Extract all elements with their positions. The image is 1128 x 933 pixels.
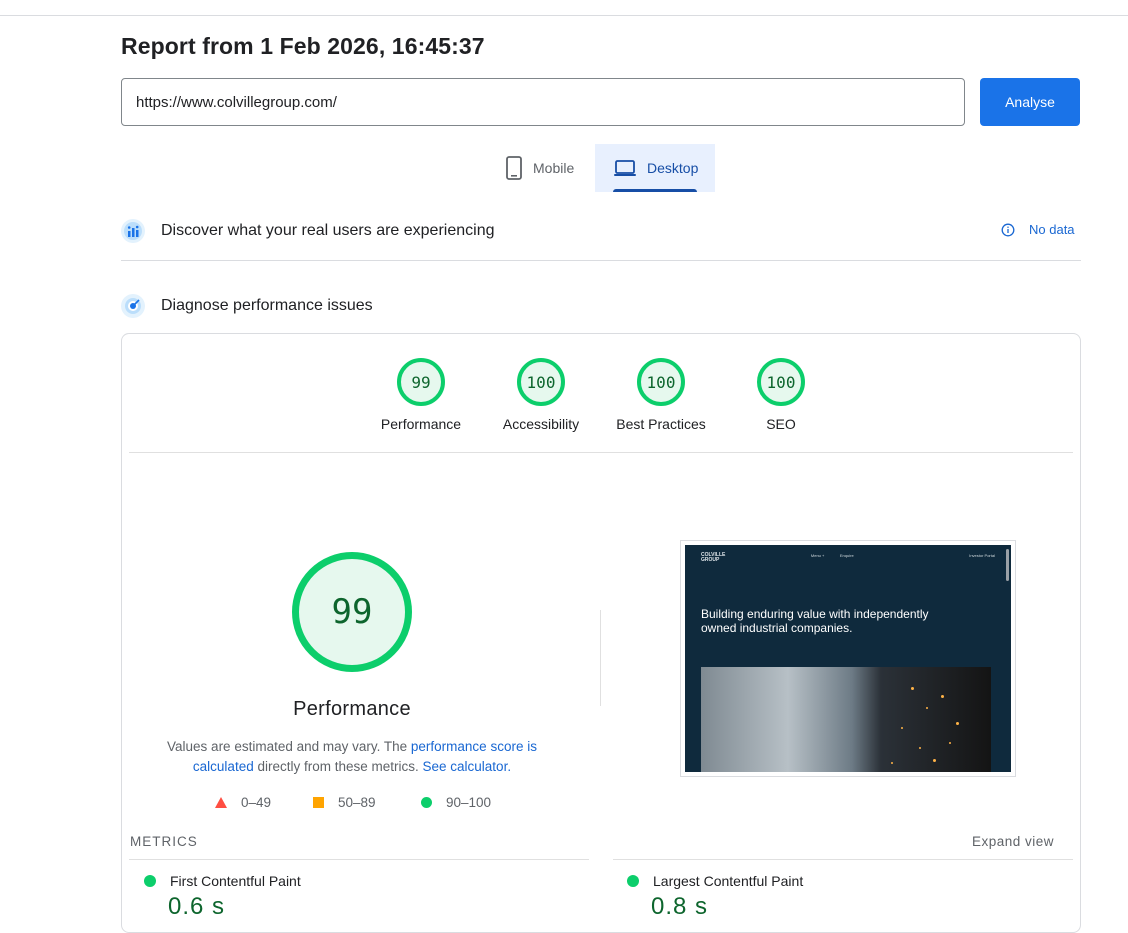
spark: [933, 759, 936, 762]
gauge-accessibility-score: 100: [517, 358, 565, 406]
real-users-title: Discover what your real users are experi…: [161, 222, 495, 239]
gauge-best-practices[interactable]: 100 Best Practices: [601, 358, 721, 432]
performance-title: Performance: [293, 698, 411, 720]
legend-pass-label: 90–100: [446, 795, 492, 810]
pass-circle-icon: [627, 875, 639, 887]
spark: [911, 687, 914, 690]
no-data-status[interactable]: No data: [1001, 222, 1075, 237]
spark: [901, 727, 903, 729]
tab-mobile-label: Mobile: [533, 160, 575, 176]
spark: [956, 722, 959, 725]
spark: [949, 742, 951, 744]
gauge-performance-score: 99: [397, 358, 445, 406]
screenshot-nav-portal: Investor Portal: [969, 553, 995, 558]
laptop-icon: [614, 160, 636, 176]
metric-lcp: Largest Contentful Paint: [627, 873, 803, 889]
performance-big-gauge: 99: [292, 552, 412, 672]
gauge-accessibility-label: Accessibility: [502, 416, 580, 432]
lighthouse-diagnose-icon: [121, 294, 145, 318]
pass-circle-icon: [144, 875, 156, 887]
tab-desktop-label: Desktop: [647, 160, 699, 176]
url-input[interactable]: [121, 78, 965, 126]
gauge-best-practices-score: 100: [637, 358, 685, 406]
gauge-performance-label: Performance: [380, 416, 462, 432]
section-divider: [121, 260, 1081, 261]
screenshot-hero-image: [701, 667, 991, 772]
metric-lcp-name: Largest Contentful Paint: [653, 873, 804, 889]
screenshot-headline: Building enduring value with independent…: [701, 607, 929, 635]
screenshot-nav-menu: Menu +: [810, 553, 825, 558]
metric-fcp-name: First Contentful Paint: [170, 873, 301, 889]
performance-description: Values are estimated and may vary. The p…: [142, 737, 562, 777]
final-screenshot[interactable]: COLVILLE GROUP Menu + Enquire Investor P…: [680, 540, 1016, 777]
legend-average-label: 50–89: [338, 795, 376, 810]
legend-average: 50–89: [313, 795, 376, 810]
legend-fail-label: 0–49: [241, 795, 272, 810]
screenshot-nav: COLVILLE GROUP Menu + Enquire Investor P…: [701, 553, 995, 563]
spark: [926, 707, 928, 709]
screenshot-brand: COLVILLE GROUP: [701, 552, 726, 563]
top-divider: [0, 15, 1128, 16]
vertical-separator: [600, 610, 601, 706]
square-icon: [313, 797, 324, 808]
gauge-seo-label: SEO: [766, 416, 796, 432]
metric-fcp-value: 0.6 s: [168, 893, 226, 920]
crux-users-icon: [121, 219, 145, 243]
screenshot-scrollbar: [1006, 549, 1009, 581]
gauges-divider: [129, 452, 1073, 453]
tab-desktop[interactable]: Desktop: [595, 144, 715, 192]
spark: [891, 762, 893, 764]
desc-text-2: directly from these metrics.: [253, 759, 423, 774]
metrics-divider-left: [129, 859, 589, 860]
metrics-header: METRICS: [130, 834, 198, 849]
mobile-phone-icon: [506, 156, 522, 180]
metric-fcp: First Contentful Paint: [144, 873, 301, 889]
screenshot-nav-enquire: Enquire: [839, 553, 854, 558]
real-users-section: Discover what your real users are experi…: [121, 217, 1081, 245]
gauge-accessibility[interactable]: 100 Accessibility: [481, 358, 601, 432]
circle-icon: [421, 797, 432, 808]
gauge-seo[interactable]: 100 SEO: [721, 358, 841, 432]
info-icon: [1001, 223, 1015, 236]
screenshot-page: COLVILLE GROUP Menu + Enquire Investor P…: [685, 545, 1011, 772]
no-data-label: No data: [1029, 222, 1075, 237]
expand-view-button[interactable]: Expand view: [972, 834, 1054, 849]
desc-text-1: Values are estimated and may vary. The: [167, 739, 411, 754]
diagnose-section: Diagnose performance issues: [121, 292, 1081, 320]
triangle-icon: [215, 797, 227, 808]
gauge-best-practices-label: Best Practices: [616, 416, 706, 432]
spark: [941, 695, 944, 698]
tab-mobile[interactable]: Mobile: [495, 144, 595, 192]
gauge-seo-score: 100: [757, 358, 805, 406]
page-title: Report from 1 Feb 2026, 16:45:37: [121, 33, 485, 59]
diagnose-title: Diagnose performance issues: [161, 297, 373, 314]
metric-lcp-value: 0.8 s: [651, 893, 709, 920]
see-calculator-link[interactable]: See calculator.: [423, 759, 512, 774]
metrics-divider-right: [613, 859, 1073, 860]
spark: [919, 747, 921, 749]
tab-active-indicator: [613, 189, 697, 192]
analyse-button[interactable]: Analyse: [980, 78, 1080, 126]
legend-fail: 0–49: [215, 795, 271, 810]
legend-pass: 90–100: [421, 795, 491, 810]
gauge-performance[interactable]: 99 Performance: [361, 358, 481, 432]
